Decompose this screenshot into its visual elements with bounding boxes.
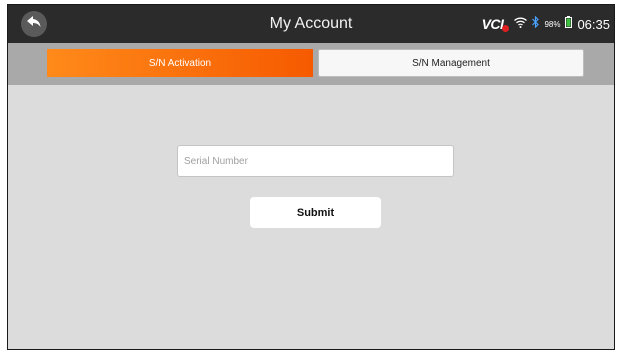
submit-button[interactable]: Submit bbox=[250, 197, 381, 228]
tab-label: S/N Management bbox=[412, 57, 490, 69]
tab-sn-management[interactable]: S/N Management bbox=[318, 49, 584, 77]
app-window: My Account VCI 98% 06:35 S/N Activation … bbox=[7, 4, 615, 350]
tab-bar: S/N Activation S/N Management bbox=[8, 43, 614, 85]
tab-label: S/N Activation bbox=[148, 57, 212, 69]
battery-percent: 98% bbox=[544, 19, 561, 29]
vci-disconnected-dot bbox=[502, 25, 510, 32]
tab-sn-activation[interactable]: S/N Activation bbox=[47, 49, 313, 77]
battery-icon bbox=[565, 15, 573, 33]
wifi-icon bbox=[514, 15, 528, 33]
clock-time: 06:35 bbox=[577, 16, 610, 32]
top-bar: My Account VCI 98% 06:35 bbox=[8, 5, 614, 43]
bluetooth-icon bbox=[532, 15, 540, 33]
serial-number-input[interactable] bbox=[177, 145, 454, 177]
vci-status-icon: VCI bbox=[481, 16, 510, 32]
status-bar: VCI 98% 06:35 bbox=[482, 5, 610, 43]
vci-label: VCI bbox=[481, 16, 504, 32]
